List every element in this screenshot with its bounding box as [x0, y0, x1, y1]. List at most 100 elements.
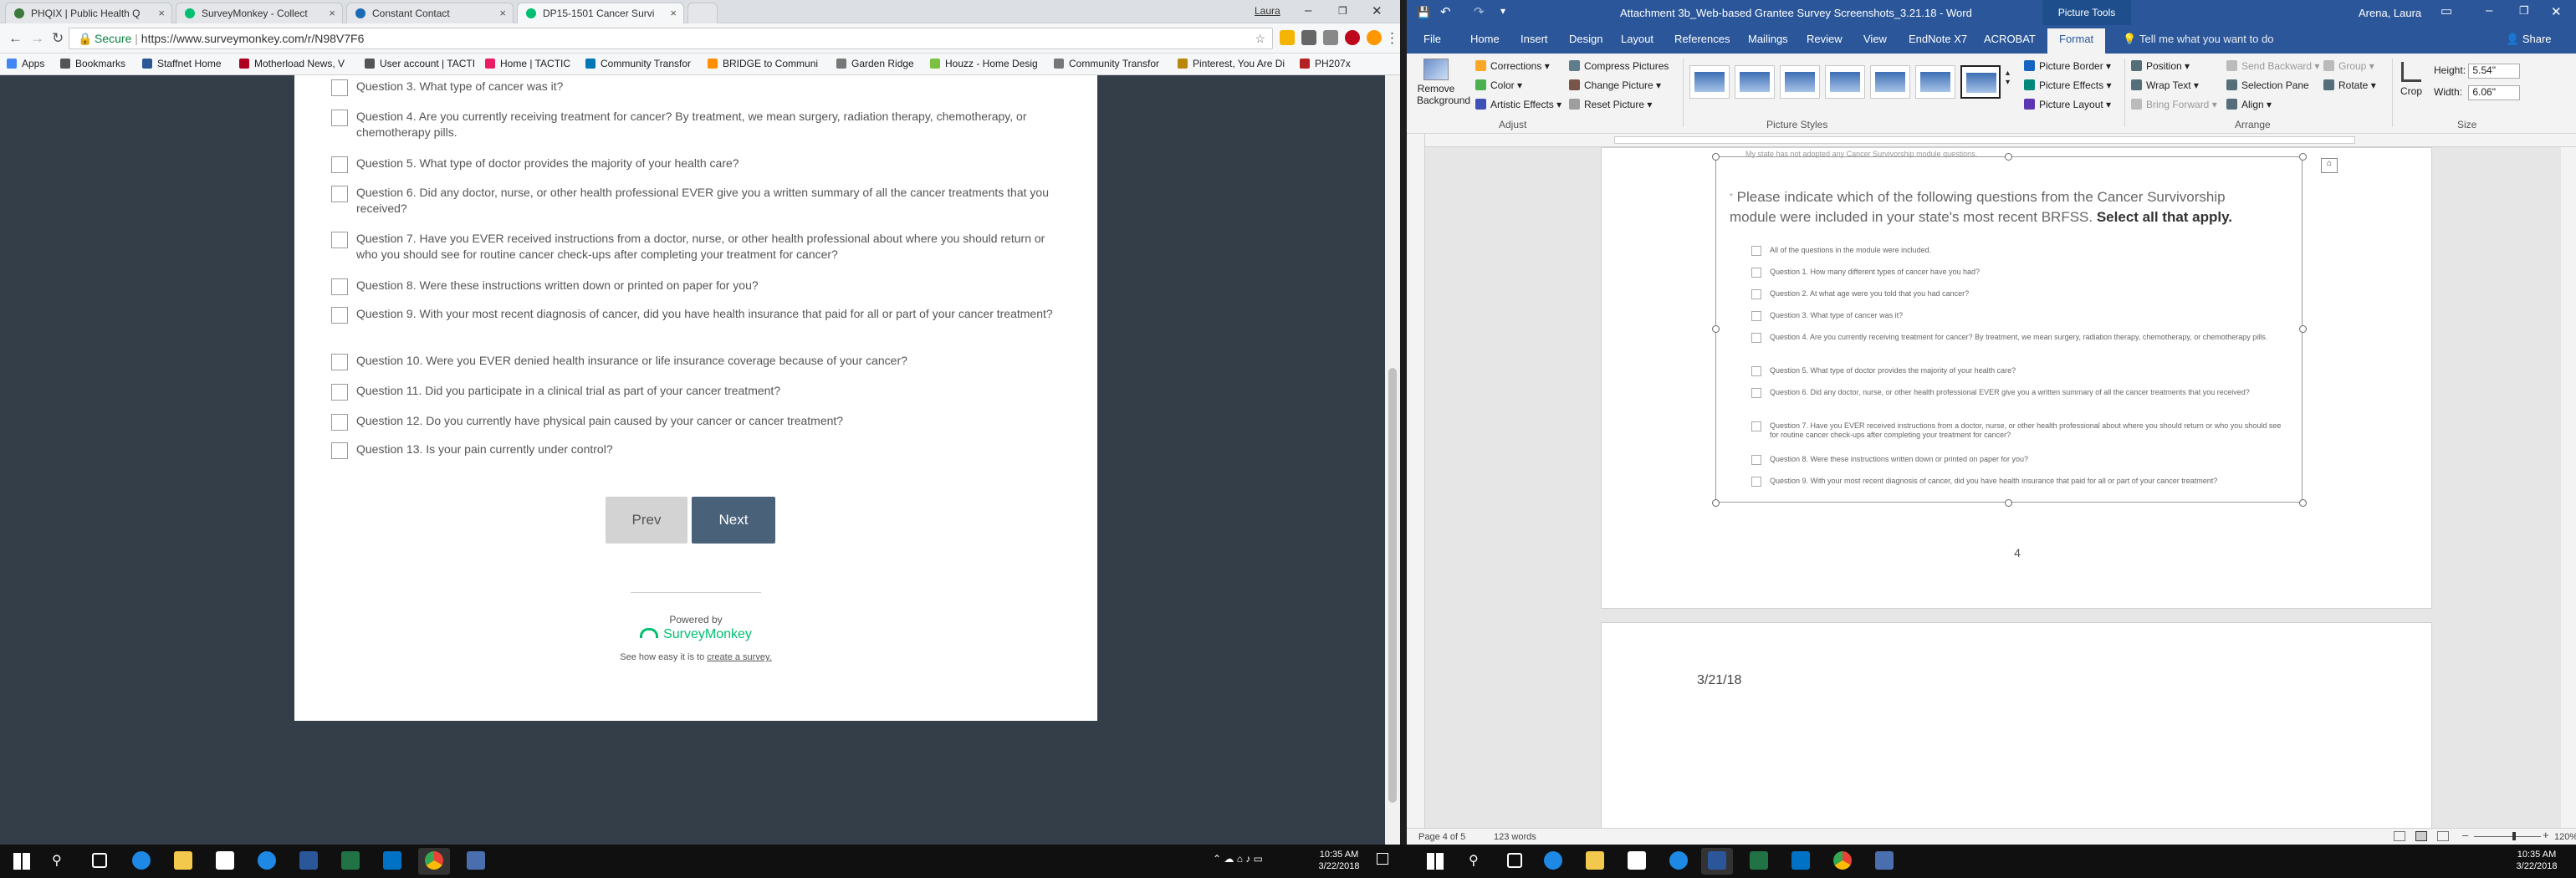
- checkbox[interactable]: [331, 186, 348, 202]
- scrollbar-thumb[interactable]: [1388, 368, 1397, 803]
- minimize-icon[interactable]: –: [1305, 3, 1311, 18]
- next-button[interactable]: Next: [692, 497, 775, 544]
- store-icon[interactable]: [216, 851, 234, 870]
- task-view-icon[interactable]: [1507, 853, 1522, 868]
- zoom-out-icon[interactable]: –: [2462, 829, 2468, 841]
- picture-style-thumbnail[interactable]: [1735, 65, 1775, 99]
- forward-icon[interactable]: →: [30, 30, 44, 47]
- surveymonkey-logo[interactable]: SurveyMonkey: [294, 627, 1097, 642]
- prev-button[interactable]: Prev: [606, 497, 687, 544]
- send-backward-button[interactable]: Send Backward ▾: [2226, 60, 2319, 72]
- close-window-icon[interactable]: ✕: [1372, 3, 1383, 18]
- restore-icon[interactable]: ❐: [1338, 5, 1347, 17]
- tab-design[interactable]: Design: [1569, 33, 1602, 45]
- new-tab-button[interactable]: [687, 3, 718, 23]
- height-field[interactable]: Height: 5.54": [2434, 64, 2521, 79]
- ribbon-display-icon[interactable]: ▭: [2441, 3, 2452, 18]
- redo-icon[interactable]: ↷: [1474, 4, 1485, 19]
- url-input[interactable]: 🔒 Secure | https://www.surveymonkey.com/…: [69, 28, 1273, 49]
- color-button[interactable]: Color ▾: [1475, 79, 1522, 91]
- bookmark-item[interactable]: Home | TACTIC: [485, 58, 570, 69]
- checkbox[interactable]: [331, 79, 348, 96]
- close-tab-icon[interactable]: ×: [499, 3, 506, 23]
- zoom-in-icon[interactable]: +: [2543, 829, 2549, 841]
- task-view-icon[interactable]: [92, 853, 107, 868]
- close-window-icon[interactable]: ✕: [2551, 4, 2562, 19]
- page-scrollbar[interactable]: [1385, 75, 1400, 845]
- chrome-taskbar-icon[interactable]: [425, 851, 443, 870]
- bookmark-item[interactable]: Apps: [7, 58, 44, 69]
- picture-style-thumbnail-selected[interactable]: [1960, 65, 2001, 99]
- word-taskbar-icon[interactable]: [299, 851, 318, 870]
- tray-icons[interactable]: ⌃ ☁ ⌂ ♪ ▭: [1213, 853, 1263, 865]
- close-tab-icon[interactable]: ×: [670, 3, 677, 23]
- resize-handle[interactable]: [2299, 153, 2307, 161]
- change-picture-button[interactable]: Change Picture ▾: [1569, 79, 1661, 91]
- picture-style-thumbnail[interactable]: [1780, 65, 1820, 99]
- resize-handle[interactable]: [1712, 499, 1720, 507]
- undo-icon[interactable]: ↶: [1440, 4, 1451, 19]
- zoom-slider-thumb[interactable]: [2512, 832, 2516, 840]
- search-icon[interactable]: ⚲: [52, 852, 62, 869]
- crop-button[interactable]: Crop: [2400, 62, 2422, 97]
- resize-handle[interactable]: [1712, 153, 1720, 161]
- picture-border-button[interactable]: Picture Border ▾: [2024, 60, 2111, 72]
- resize-handle[interactable]: [2005, 499, 2012, 507]
- rotate-button[interactable]: Rotate ▾: [2323, 79, 2376, 91]
- remove-background-button[interactable]: Remove Background: [1417, 59, 1470, 106]
- zoom-slider[interactable]: [2474, 836, 2541, 837]
- start-icon[interactable]: [13, 853, 30, 870]
- print-layout-icon[interactable]: [2415, 831, 2427, 841]
- checkbox[interactable]: [331, 414, 348, 431]
- close-tab-icon[interactable]: ×: [329, 3, 335, 23]
- bookmark-item[interactable]: Staffnet Home: [142, 58, 222, 69]
- tab-acrobat[interactable]: ACROBAT: [1984, 33, 2036, 45]
- bookmark-item[interactable]: PH207x: [1300, 58, 1351, 69]
- back-icon[interactable]: ←: [8, 30, 23, 47]
- checkbox[interactable]: [331, 307, 348, 324]
- selected-picture[interactable]: * Please indicate which of the following…: [1715, 156, 2303, 503]
- reload-icon[interactable]: ↻: [52, 30, 64, 47]
- web-layout-icon[interactable]: [2437, 831, 2449, 841]
- checkbox[interactable]: [331, 384, 348, 401]
- ie-icon[interactable]: [258, 851, 276, 870]
- tab-home[interactable]: Home: [1470, 33, 1500, 45]
- reset-picture-button[interactable]: Reset Picture ▾: [1569, 99, 1652, 110]
- bookmark-item[interactable]: Motherload News, V: [239, 58, 345, 69]
- extension-icon[interactable]: [1301, 30, 1316, 45]
- tab-review[interactable]: Review: [1807, 33, 1843, 45]
- file-explorer-icon[interactable]: [1586, 851, 1604, 870]
- corrections-button[interactable]: Corrections ▾: [1475, 60, 1550, 72]
- bring-forward-button[interactable]: Bring Forward ▾: [2131, 99, 2217, 110]
- excel-taskbar-icon[interactable]: [341, 851, 360, 870]
- outlook-taskbar-icon[interactable]: [383, 851, 401, 870]
- tab-view[interactable]: View: [1863, 33, 1887, 45]
- picture-style-thumbnail[interactable]: [1825, 65, 1865, 99]
- picture-effects-button[interactable]: Picture Effects ▾: [2024, 79, 2112, 91]
- bookmark-item[interactable]: Community Transfor: [585, 58, 691, 69]
- tab-layout[interactable]: Layout: [1621, 33, 1653, 45]
- picture-style-thumbnail[interactable]: [1870, 65, 1910, 99]
- tab-mailings[interactable]: Mailings: [1748, 33, 1788, 45]
- checkbox[interactable]: [331, 156, 348, 173]
- width-field[interactable]: Width: 6.06": [2434, 85, 2521, 100]
- app-taskbar-icon[interactable]: [1875, 851, 1894, 870]
- outlook-taskbar-icon[interactable]: [1791, 851, 1810, 870]
- tab-file[interactable]: File: [1423, 33, 1441, 45]
- browser-tab[interactable]: Constant Contact ×: [346, 3, 514, 23]
- checkbox[interactable]: [331, 232, 348, 248]
- excel-taskbar-icon[interactable]: [1750, 851, 1768, 870]
- word-taskbar-icon[interactable]: [1708, 851, 1726, 870]
- minimize-icon[interactable]: –: [2486, 3, 2492, 18]
- zoom-level[interactable]: 120%: [2554, 832, 2576, 842]
- styles-gallery-more-icon[interactable]: ▴ ▾: [2006, 69, 2010, 87]
- browser-tab-active[interactable]: DP15-1501 Cancer Survi ×: [517, 3, 684, 23]
- bookmark-star-icon[interactable]: ☆: [1255, 28, 1265, 48]
- browser-tab[interactable]: SurveyMonkey - Collect ×: [176, 3, 343, 23]
- bookmark-item[interactable]: Houzz - Home Desig: [930, 58, 1038, 69]
- bookmark-item[interactable]: Garden Ridge: [836, 58, 914, 69]
- app-taskbar-icon[interactable]: [467, 851, 485, 870]
- resize-handle[interactable]: [2299, 325, 2307, 333]
- tab-insert[interactable]: Insert: [1521, 33, 1548, 45]
- position-button[interactable]: Position ▾: [2131, 60, 2190, 72]
